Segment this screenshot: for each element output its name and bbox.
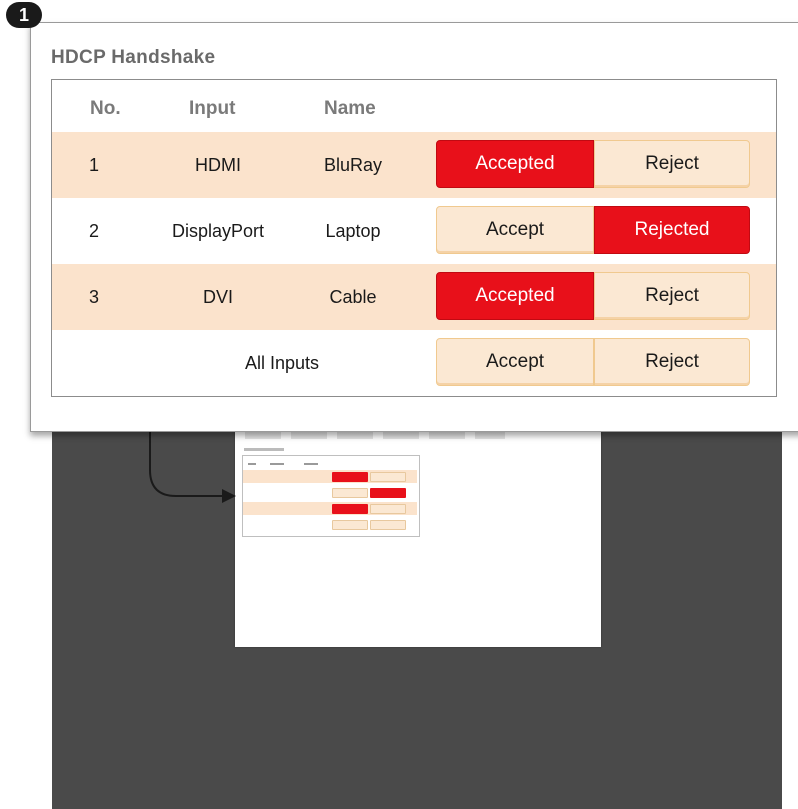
preview-button	[332, 472, 368, 482]
table-row: 2 DisplayPort Laptop Accept Rejected	[52, 198, 776, 264]
reject-button[interactable]: Reject	[594, 140, 750, 188]
header-no: No.	[90, 98, 121, 119]
row-name: BluRay	[323, 154, 383, 175]
preview-header	[248, 463, 256, 465]
preview-header	[304, 463, 318, 465]
step-number-badge: 1	[6, 2, 42, 28]
row-name: Laptop	[325, 220, 381, 241]
accept-button[interactable]: Accepted	[436, 140, 594, 188]
row-number: 2	[88, 220, 99, 241]
accept-all-button[interactable]: Accept	[436, 338, 594, 386]
row-input: HDMI	[195, 154, 241, 175]
row-name: Cable	[329, 286, 377, 307]
header-input: Input	[189, 98, 236, 119]
preview-button	[370, 520, 406, 530]
dialog-title: HDCP Handshake	[51, 47, 216, 68]
preview-dialog-title	[244, 448, 284, 451]
row-number: 1	[88, 154, 99, 175]
reject-button[interactable]: Reject	[594, 272, 750, 320]
hdcp-handshake-dialog: HDCP Handshake No. Input Name 1 HDMI Blu…	[30, 22, 798, 432]
table-row: 3 DVI Cable Accepted Reject	[52, 264, 776, 330]
reject-all-button[interactable]: Reject	[594, 338, 750, 386]
accept-button[interactable]: Accepted	[436, 272, 594, 320]
preview-button	[332, 504, 368, 514]
all-inputs-row: All Inputs Accept Reject	[52, 330, 776, 396]
row-input: DisplayPort	[171, 220, 265, 241]
table-row: 1 HDMI BluRay Accepted Reject	[52, 132, 776, 198]
preview-button	[332, 488, 368, 498]
all-inputs-label: All Inputs	[244, 352, 320, 373]
preview-header	[270, 463, 284, 465]
header-name: Name	[324, 98, 376, 119]
preview-button	[370, 504, 406, 514]
row-input: DVI	[202, 286, 233, 307]
accept-button[interactable]: Accept	[436, 206, 594, 254]
hdcp-table: No. Input Name 1 HDMI BluRay Accepted Re…	[51, 79, 777, 397]
preview-button	[332, 520, 368, 530]
row-number: 3	[88, 286, 99, 307]
reject-button[interactable]: Rejected	[594, 206, 750, 254]
preview-button	[370, 488, 406, 498]
preview-button	[370, 472, 406, 482]
